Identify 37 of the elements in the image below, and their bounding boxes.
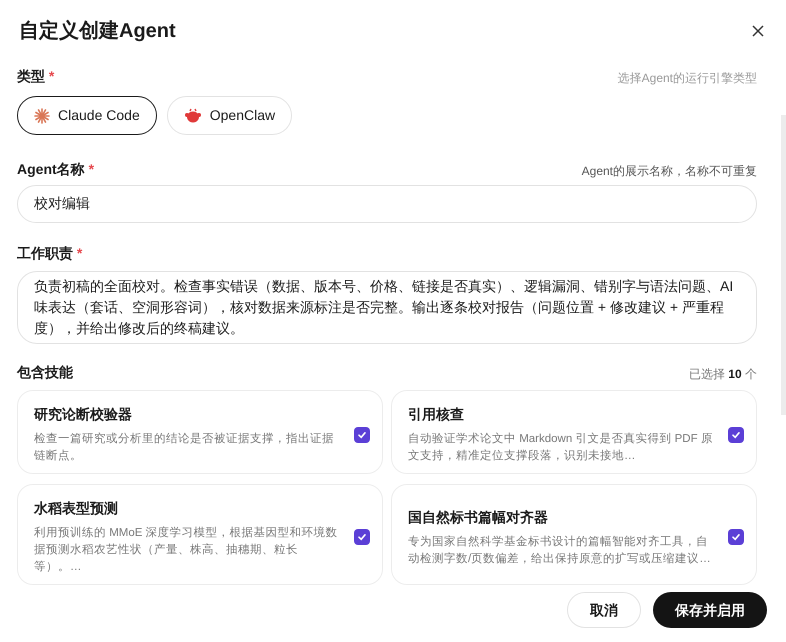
dialog-title: 自定义创建Agent bbox=[19, 18, 176, 44]
skill-description: 检查一篇研究或分析里的结论是否被证据支撑，指出证据链断点。 bbox=[34, 431, 335, 464]
close-icon[interactable] bbox=[750, 23, 766, 39]
skill-name: 研究论断校验器 bbox=[34, 405, 133, 424]
skill-card[interactable]: 研究论断校验器 检查一篇研究或分析里的结论是否被证据支撑，指出证据链断点。 bbox=[17, 390, 383, 474]
engine-option[interactable]: Claude Code bbox=[17, 96, 157, 135]
field-label: 工作职责 * bbox=[17, 245, 82, 261]
skill-name: 引用核查 bbox=[408, 405, 465, 424]
creature-icon bbox=[184, 108, 202, 124]
save-button[interactable]: 保存并启用 bbox=[653, 592, 767, 628]
name-input[interactable]: 校对编辑 bbox=[17, 185, 757, 223]
field-hint: 选择Agent的运行引擎类型 bbox=[618, 70, 757, 87]
skill-card[interactable]: 引用核查 自动验证学术论文中 Markdown 引文是否真实得到 PDF 原文支持，精准定位支撑段落，识别未接地… bbox=[391, 390, 757, 474]
check-icon bbox=[731, 532, 741, 542]
skill-description: 利用预训练的 MMoE 深度学习模型，根据基因型和环境数据预测水稻农艺性状（产量、株高、抽穗期、粒长等）。… bbox=[34, 526, 339, 575]
checkbox[interactable] bbox=[728, 529, 744, 545]
field-hint: Agent的展示名称，名称不可重复 bbox=[582, 163, 757, 180]
field-label: Agent名称 * bbox=[17, 160, 94, 179]
skill-card[interactable]: 水稻表型预测 利用预训练的 MMoE 深度学习模型，根据基因型和环境数据预测水稻农艺性状（产量、株高、抽穗期、粒长等）。… bbox=[17, 484, 383, 585]
selected-count: 已选择 10 个 bbox=[688, 366, 757, 383]
skill-description: 专为国家自然科学基金标书设计的篇幅智能对齐工具，自动检测字数/页数偏差，给出保持原意的扩写或压缩建议… bbox=[408, 534, 712, 566]
skill-name: 水稻表型预测 bbox=[34, 499, 119, 518]
skill-description: 自动验证学术论文中 Markdown 引文是否真实得到 PDF 原文支持，精准定位支撑段落，识别未接地… bbox=[408, 431, 714, 464]
check-icon bbox=[731, 430, 741, 440]
checkbox[interactable] bbox=[354, 529, 370, 545]
checkbox[interactable] bbox=[354, 426, 370, 442]
check-icon bbox=[357, 532, 367, 542]
checkbox[interactable] bbox=[728, 426, 744, 442]
engine-option[interactable]: OpenClaw bbox=[166, 96, 292, 135]
duty-textarea[interactable]: 负责初稿的全面校对。检查事实错误（数据、版本号、价格、链接是否真实）、逻辑漏洞、错别字与语法问题、AI味表达（套话、空洞形容词），核对数据来源标注是否完整。输出逐条校对报告（问题位置 + 修改建议 + 严重程度），并给出修改后的终稿建议。 bbox=[17, 271, 757, 344]
check-icon bbox=[357, 430, 367, 440]
starburst-icon bbox=[34, 108, 50, 124]
skill-name: 国自然标书篇幅对齐器 bbox=[408, 508, 549, 526]
field-label: 类型 * bbox=[17, 67, 54, 86]
section-title: 包含技能 bbox=[17, 363, 73, 382]
skill-card[interactable]: 国自然标书篇幅对齐器 专为国家自然科学基金标书设计的篇幅智能对齐工具，自动检测字数/页数偏差，给出保持原意的扩写或压缩建议… bbox=[391, 484, 757, 585]
cancel-button[interactable]: 取消 bbox=[567, 592, 641, 628]
